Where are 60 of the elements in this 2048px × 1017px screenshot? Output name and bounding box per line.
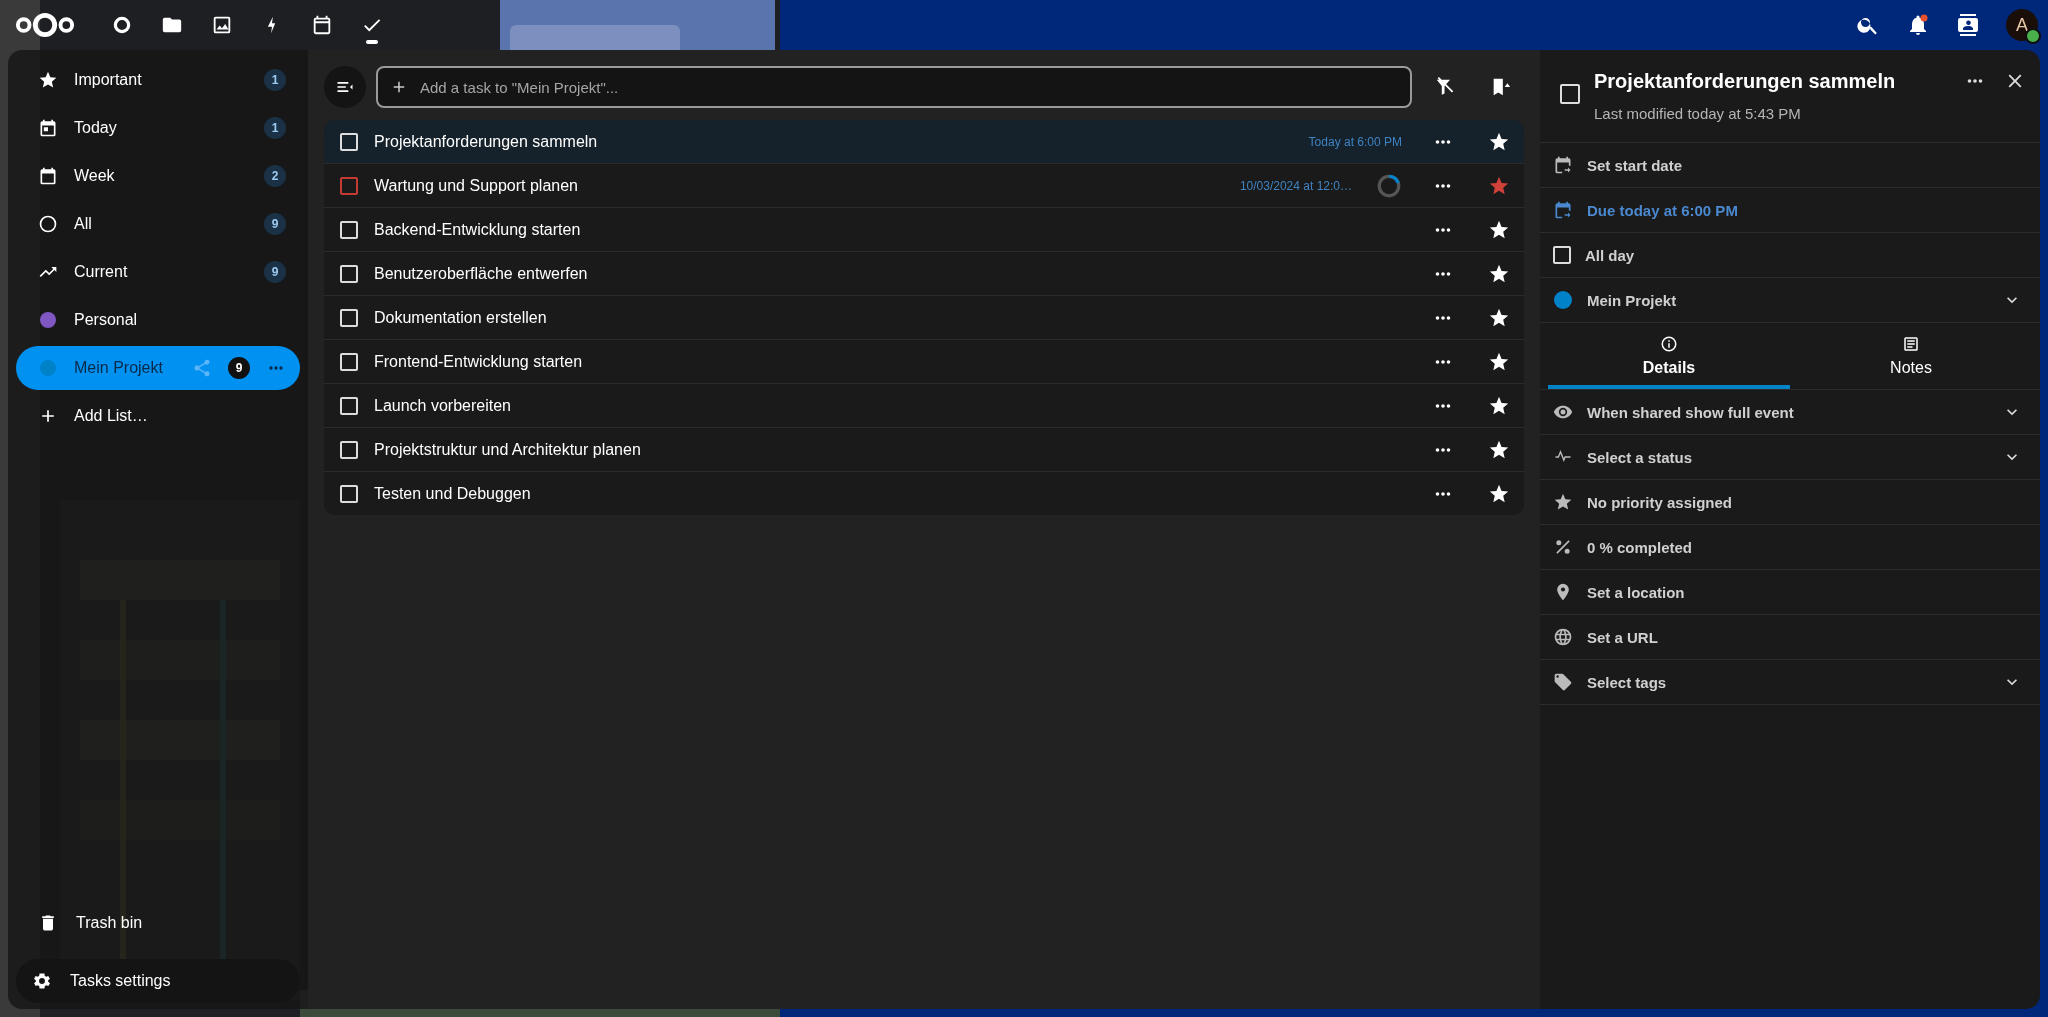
calendar-icon	[38, 166, 58, 186]
sidebar-item[interactable]: Current 9	[16, 250, 300, 294]
calendar-icon	[311, 14, 333, 36]
count-badge: 9	[228, 357, 250, 379]
progress-ring	[1376, 172, 1402, 199]
task-row[interactable]: Frontend-Entwicklung starten	[324, 339, 1524, 383]
detail-row[interactable]: Mein Projekt	[1540, 278, 2040, 323]
avatar[interactable]: A	[2006, 9, 2038, 41]
calendar-icon	[1553, 155, 1573, 175]
task-row[interactable]: Launch vorbereiten	[324, 383, 1524, 427]
sidebar-item[interactable]: All 9	[16, 202, 300, 246]
task-row[interactable]: Benutzeroberfläche entwerfen	[324, 251, 1524, 295]
task-row[interactable]: Dokumentation erstellen	[324, 295, 1524, 339]
count-badge: 1	[264, 117, 286, 139]
percent-icon	[1553, 537, 1573, 557]
detail-row[interactable]: Set a URL	[1540, 615, 2040, 660]
count-badge: 2	[264, 165, 286, 187]
info-icon	[1660, 335, 1678, 353]
task-title: Projektanforderungen sammeln	[1594, 70, 1897, 93]
star-icon	[38, 70, 58, 90]
sidebar-item[interactable]: Tasks settings	[16, 959, 300, 1003]
task-row[interactable]: Testen und Debuggen	[324, 471, 1524, 515]
count-badge: 9	[264, 213, 286, 235]
sidebar-item[interactable]: Add List…	[16, 394, 300, 438]
count-badge: 9	[264, 261, 286, 283]
sidebar-item[interactable]: Trash bin	[16, 901, 300, 945]
tab[interactable]: Notes	[1790, 323, 2032, 389]
detail-row[interactable]: Due today at 6:00 PM	[1540, 188, 2040, 233]
logo-icon[interactable]	[14, 11, 76, 39]
detail-row[interactable]: Select a status	[1540, 435, 2040, 480]
collapse-button[interactable]	[324, 66, 366, 108]
sidebar-item[interactable]: Important 1	[16, 58, 300, 102]
globe-icon	[1553, 627, 1573, 647]
sidebar-item[interactable]: Week 2	[16, 154, 300, 198]
sidebar-item[interactable]: Personal	[16, 298, 300, 342]
star-icon	[1553, 492, 1573, 512]
detail-row[interactable]: 0 % completed	[1540, 525, 2040, 570]
task-row[interactable]: Projektstruktur und Architektur planen	[324, 427, 1524, 471]
detail-row[interactable]: Set a location	[1540, 570, 2040, 615]
sidebar-item[interactable]: Today 1	[16, 106, 300, 150]
image-icon	[211, 14, 233, 36]
detail-row[interactable]: All day	[1540, 233, 2040, 278]
checkbox[interactable]	[340, 176, 358, 195]
tab[interactable]: Details	[1548, 323, 1790, 389]
task-row[interactable]: Backend-Entwicklung starten	[324, 207, 1524, 251]
calendar-icon	[1553, 200, 1573, 220]
tag-icon	[1553, 672, 1573, 692]
detail-row[interactable]: When shared show full event	[1540, 390, 2040, 435]
calendar-icon	[38, 118, 58, 138]
count-badge: 1	[264, 69, 286, 91]
task-row[interactable]: Wartung und Support planen 10/03/2024 at 12:0…	[324, 163, 1524, 207]
settings-icon	[32, 971, 52, 991]
detail-row[interactable]: No priority assigned	[1540, 480, 2040, 525]
detail-row[interactable]: Set start date	[1540, 143, 2040, 188]
detail-row[interactable]: Select tags	[1540, 660, 2040, 705]
modified-text: Last modified today at 5:43 PM	[1594, 105, 1802, 122]
task-row[interactable]: Projektanforderungen sammeln Today at 6:00 PM	[324, 120, 1524, 163]
contacts-icon[interactable]	[1956, 13, 1980, 37]
add-task-field[interactable]: Add a task to "Mein Projekt"...	[376, 66, 1412, 108]
notes-icon	[1902, 335, 1920, 353]
